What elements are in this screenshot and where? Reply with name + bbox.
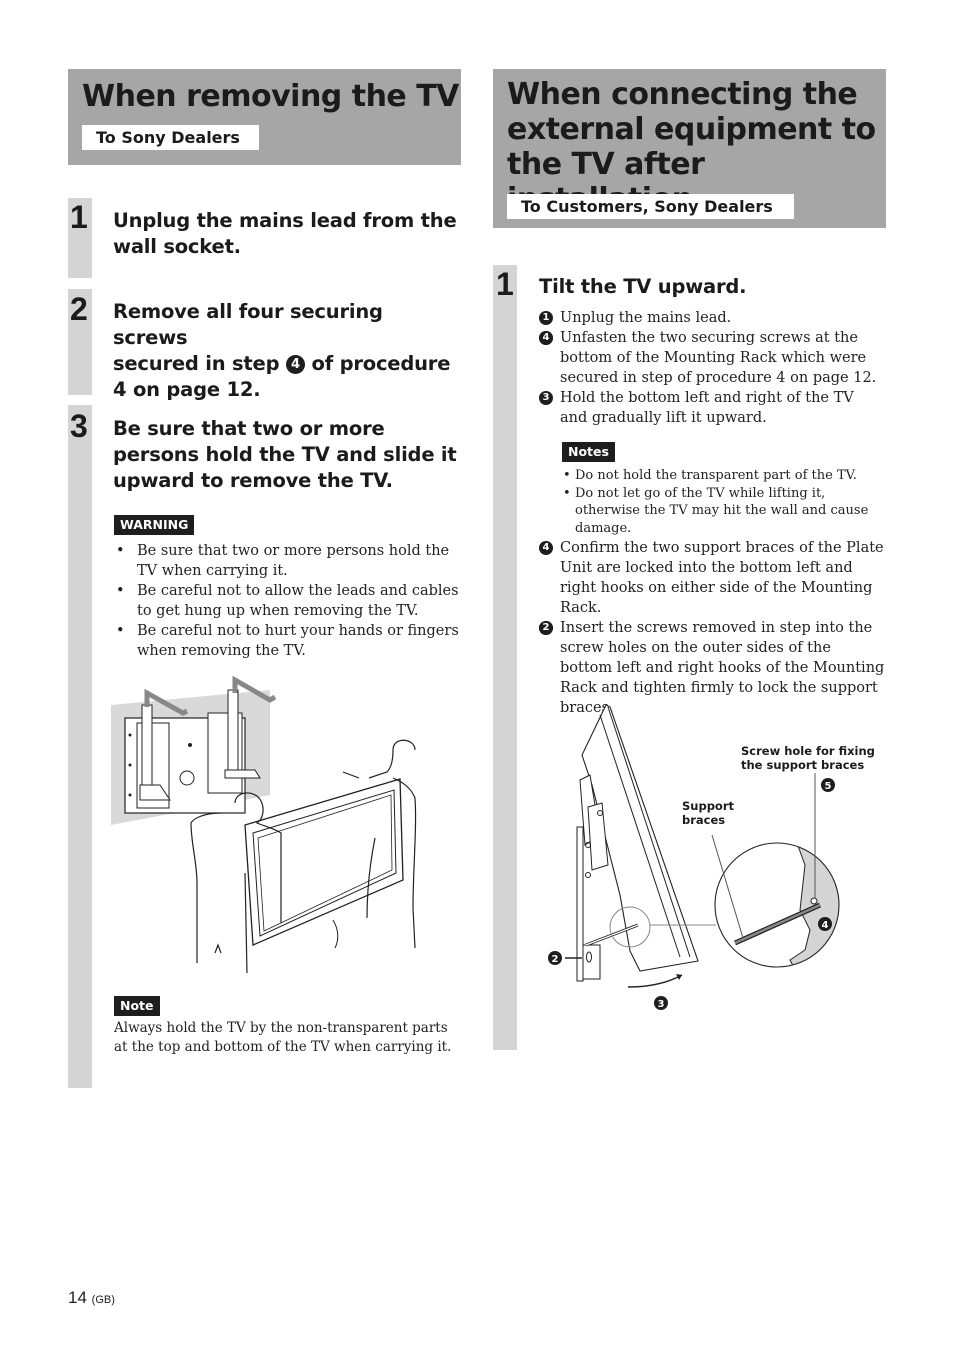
note-text: Always hold the TV by the non-transparen… (114, 1020, 452, 1055)
tilt-arrow (627, 974, 683, 988)
substep-1-icon: 1 (539, 311, 553, 325)
left-audience-label: To Sony Dealers (82, 125, 259, 150)
warning-item: • Be careful not to allow the leads and c… (116, 583, 459, 619)
callout-3: 3 (654, 996, 668, 1010)
substep-item: 3 Hold the bottom left and right of the T… (539, 388, 884, 428)
substep-item: 2Unfasten the two securing screws at the… (539, 328, 884, 388)
note-label: Note (114, 996, 160, 1016)
svg-text:5: 5 (825, 781, 832, 792)
right-step-1-number: 1 (496, 266, 514, 302)
right-step-1-heading: Tilt the TV upward. (539, 275, 747, 298)
notes-list: • Do not hold the transparent part of the… (563, 467, 888, 537)
support-braces-label: Support braces (682, 799, 735, 827)
substeps-1-3: 1Unplug the mains lead. 2Unfasten the tw… (539, 308, 884, 428)
warning-label: WARNING (114, 515, 195, 535)
right-title-banner: When connecting the external equipment t… (493, 69, 886, 228)
step-3-bar (68, 405, 92, 1088)
warning-item: • Be careful not to hurt your hands or fi… (116, 623, 459, 659)
screw-hole-label: Screw hole for fixing the support braces (741, 744, 875, 772)
warning-item: • Be sure that two or more persons hold t… (116, 543, 450, 579)
svg-text:4: 4 (822, 920, 829, 931)
left-title-banner: When removing the TV To Sony Dealers (68, 69, 461, 165)
svg-text:3: 3 (658, 999, 665, 1010)
left-section-title: When removing the TV (82, 79, 459, 114)
notes-item: • Do not hold the transparent part of the… (563, 468, 857, 483)
two-persons-removing-tv-illustration (111, 675, 417, 974)
step-2-number: 2 (70, 291, 88, 327)
substeps-4-5: 4 Confirm the two support braces of the P… (539, 538, 887, 718)
step-2-heading: Remove all four securing screws secured … (113, 300, 451, 401)
tv-panel (244, 778, 404, 946)
notes-item: • Do not let go of the TV while lifting i… (563, 485, 869, 536)
substep-4-icon: 4 (539, 541, 553, 555)
callout-5: 5 (821, 778, 835, 792)
notes-label: Notes (562, 442, 615, 462)
step-3-heading: Be sure that two or more persons hold th… (113, 417, 457, 492)
step-3-number: 3 (70, 408, 88, 444)
substep-item: 4 Confirm the two support braces of the P… (539, 538, 887, 618)
substep-item: 1 Unplug the mains lead. (539, 308, 884, 328)
substep-3-icon: 3 (539, 391, 553, 405)
callout-2: 2 (548, 951, 562, 965)
svg-text:2: 2 (552, 954, 559, 965)
step-ref-4-icon: 4 (539, 331, 553, 345)
right-step-1-bar (493, 265, 517, 1050)
warning-list: • Be sure that two or more persons hold t… (114, 541, 466, 661)
step-1-heading: Unplug the mains lead from the wall sock… (113, 209, 457, 258)
step-1-number: 1 (70, 199, 88, 235)
step-ref-2-icon: 2 (539, 621, 553, 635)
callout-4: 4 (818, 917, 832, 931)
page-number: 14 (GB) (68, 1288, 115, 1307)
step-ref-4-icon: 4 (285, 355, 305, 374)
right-audience-label: To Customers, Sony Dealers (507, 194, 794, 219)
